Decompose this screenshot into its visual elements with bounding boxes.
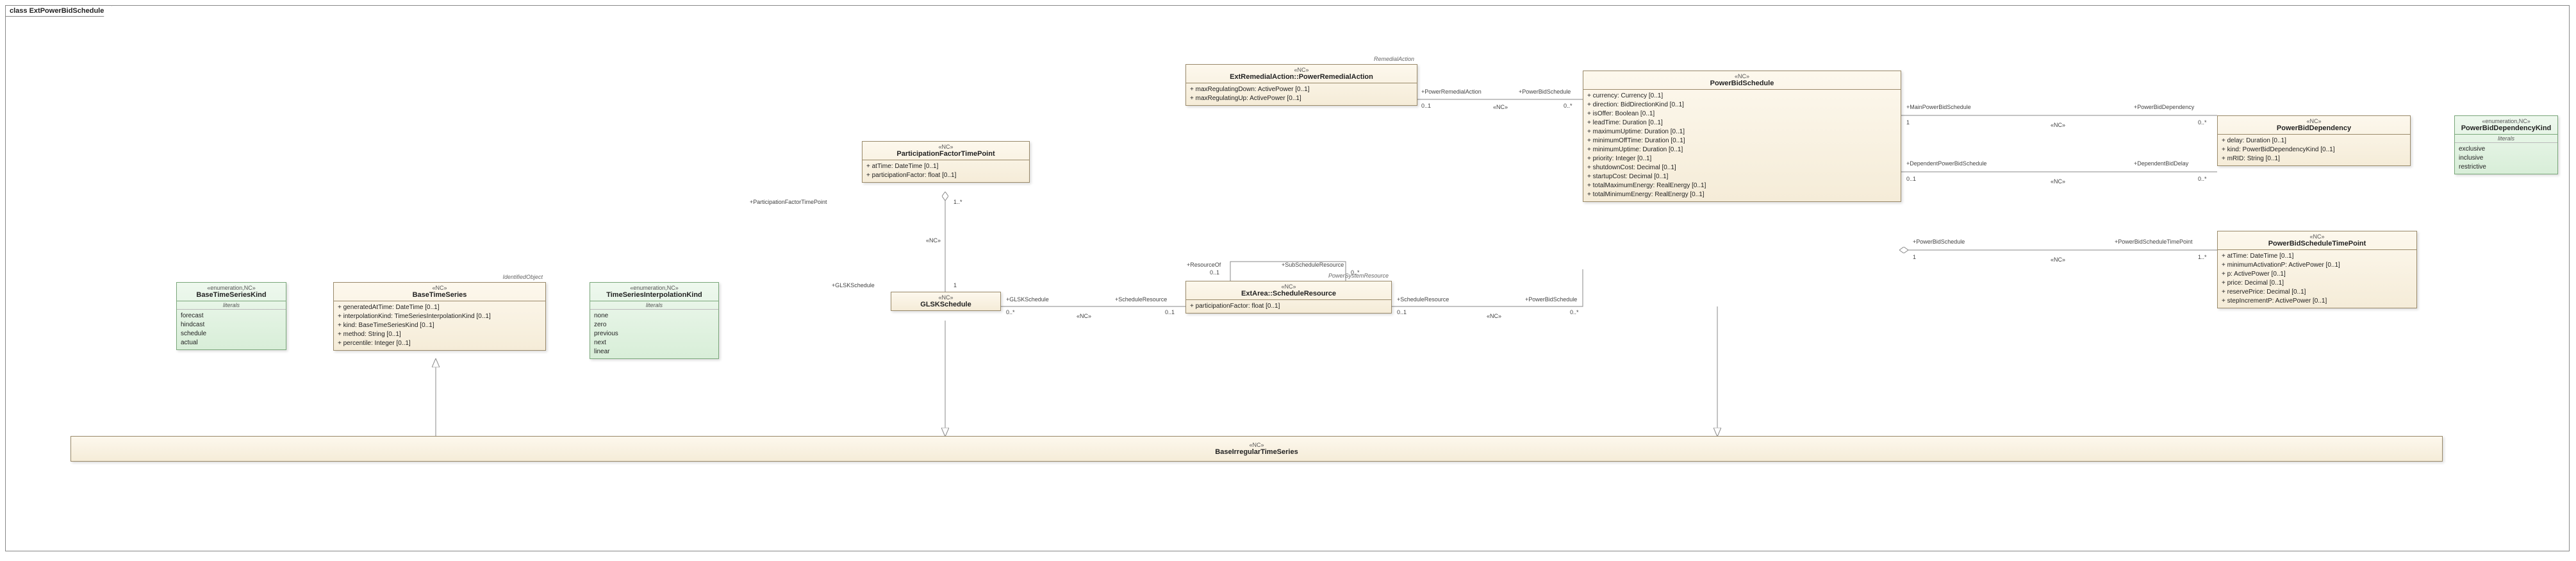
role-label: +ResourceOf	[1187, 262, 1221, 268]
stereo-label: «NC»	[2051, 122, 2065, 128]
class-powerbidschedule: «NC» PowerBidSchedule + currency: Curren…	[1583, 71, 1901, 202]
role-label: +ParticipationFactorTimePoint	[750, 199, 827, 205]
role-label: +DependentPowerBidSchedule	[1906, 160, 1986, 167]
class-powerbiddependency: «NC» PowerBidDependency + delay: Duratio…	[2217, 115, 2411, 166]
role-label: +GLSKSchedule	[1006, 296, 1049, 303]
stereo-label: «NC»	[1077, 313, 1091, 319]
mult-label: 1..*	[2198, 254, 2207, 260]
mult-label: 0..1	[1906, 176, 1916, 182]
class-baseirregulartimeseries: «NC» BaseIrregularTimeSeries	[70, 436, 2443, 462]
stereo-label: «NC»	[926, 237, 941, 244]
mult-label: 0..1	[1210, 269, 1219, 276]
mult-label: 0..1	[1397, 309, 1407, 315]
mult-label: 0..*	[1351, 269, 1360, 276]
class-pbstimepoint: «NC» PowerBidScheduleTimePoint + atTime:…	[2217, 231, 2417, 308]
mult-label: 0..*	[2198, 119, 2207, 126]
role-label: +DependentBidDelay	[2134, 160, 2188, 167]
role-label: +GLSKSchedule	[832, 282, 875, 289]
stereo-label: «NC»	[1487, 313, 1501, 319]
role-label: +PowerBidDependency	[2134, 104, 2194, 110]
class-glskschedule: «NC» GLSKSchedule	[891, 292, 1001, 311]
enum-basetimeserieskind: «enumeration,NC» BaseTimeSeriesKind lite…	[176, 282, 286, 350]
mult-label: 0..*	[1006, 309, 1015, 315]
mult-label: 0..*	[1570, 309, 1579, 315]
enum-powerbiddependencykind: «enumeration,NC» PowerBidDependencyKind …	[2454, 115, 2558, 174]
role-label: +PowerBidSchedule	[1519, 88, 1571, 95]
class-powerremedialaction: RemedialAction «NC» ExtRemedialAction::P…	[1185, 64, 1417, 106]
role-label: +ScheduleResource	[1115, 296, 1167, 303]
mult-label: 1	[1906, 119, 1910, 126]
mult-label: 1..*	[954, 199, 962, 205]
mult-label: 0..1	[1165, 309, 1175, 315]
role-label: +PowerBidSchedule	[1525, 296, 1577, 303]
mult-label: 0..1	[1421, 103, 1431, 109]
mult-label: 0..*	[2198, 176, 2207, 182]
role-label: +MainPowerBidSchedule	[1906, 104, 1971, 110]
mult-label: 1	[1913, 254, 1916, 260]
role-label: +ScheduleResource	[1397, 296, 1449, 303]
stereo-label: «NC»	[2051, 178, 2065, 185]
class-scheduleresource: PowerSystemResource «NC» ExtArea::Schedu…	[1185, 281, 1392, 314]
role-label: +PowerBidScheduleTimePoint	[2115, 239, 2192, 245]
role-label: +SubScheduleResource	[1282, 262, 1344, 268]
enum-tsinterpolationkind: «enumeration,NC» TimeSeriesInterpolation…	[590, 282, 719, 359]
stereo-label: «NC»	[1493, 104, 1508, 110]
frame-title: class ExtPowerBidSchedule	[5, 5, 112, 17]
class-pftp: «NC» ParticipationFactorTimePoint + atTi…	[862, 141, 1030, 183]
stereo-label: «NC»	[2051, 256, 2065, 263]
class-basetimeseries: IdentifiedObject «NC» BaseTimeSeries + g…	[333, 282, 546, 351]
mult-label: 1	[954, 282, 957, 289]
role-label: +PowerBidSchedule	[1913, 239, 1965, 245]
role-label: +PowerRemedialAction	[1421, 88, 1482, 95]
mult-label: 0..*	[1564, 103, 1573, 109]
